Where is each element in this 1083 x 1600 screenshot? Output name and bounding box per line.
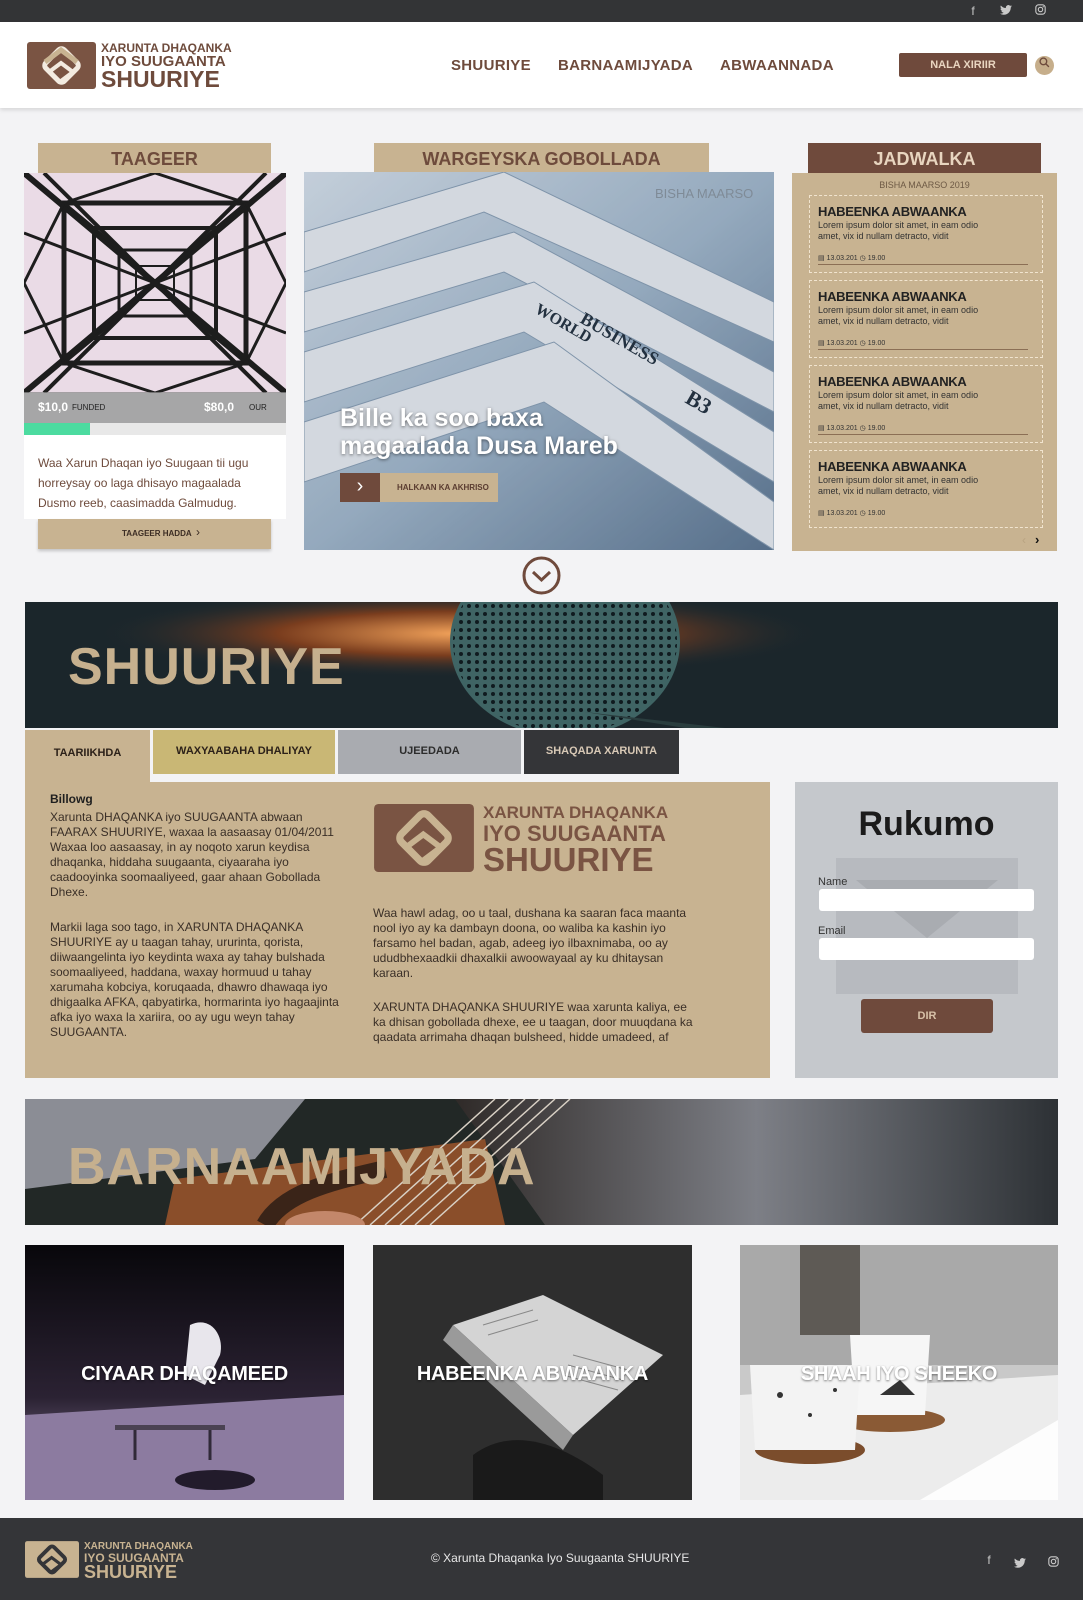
contact-button[interactable]: NALA XIRIIR <box>899 53 1027 77</box>
schedule-item-meta: ▤ 13.03.201 ◷ 19.00 <box>818 510 886 517</box>
about-logo-mark <box>373 804 475 872</box>
schedule-item-title: HABEENKA ABWAANKA <box>818 459 967 474</box>
program-title: HABEENKA ABWAANKA <box>416 1363 649 1385</box>
about-para2: Markii laga soo tago, in XARUNTA DHAQANK… <box>50 920 339 1039</box>
shuuriye-banner-title: SHUURIYE <box>68 638 345 696</box>
schedule-item[interactable]: HABEENKA ABWAANKA Lorem ipsum dolor sit … <box>809 195 1043 273</box>
chevron-down-circle-icon <box>522 556 561 595</box>
logo-icon <box>27 42 96 89</box>
logo-icon <box>374 804 474 872</box>
email-field[interactable] <box>819 938 1034 960</box>
schedule-item[interactable]: HABEENKA ABWAANKA Lorem ipsum dolor sit … <box>809 450 1043 528</box>
nav-barnaamijyada[interactable]: BARNAAMIJYADA <box>558 57 693 74</box>
email-label: Email <box>818 925 846 937</box>
about-heading: Billowg <box>50 792 93 806</box>
support-description: Waa Xarun Dhaqan iyo Suugaan tii ugu hor… <box>38 456 249 510</box>
brand-line3: SHUURIYE <box>101 66 220 92</box>
tab-shaqada-xarunta[interactable]: SHAQADA XARUNTA <box>524 730 679 774</box>
schedule-month: BISHA MAARSO 2019 <box>879 180 970 190</box>
program-title: SHAAH IYO SHEEKO <box>800 1363 998 1385</box>
schedule-item-title: HABEENKA ABWAANKA <box>818 374 967 389</box>
footer-logo-mark[interactable] <box>25 1541 79 1578</box>
signup-watermark <box>836 858 1018 994</box>
about-para3: Waa hawl adag, oo u taal, dushana ka saa… <box>373 906 687 980</box>
tab-taariikhda[interactable]: TAARIIKHDA <box>25 730 150 782</box>
facebook-icon[interactable]: f <box>966 4 980 18</box>
chevron-right-icon: › <box>340 473 380 502</box>
schedule-item-title: HABEENKA ABWAANKA <box>818 204 967 219</box>
support-title: TAAGEER <box>38 143 271 173</box>
search-icon <box>1039 57 1050 68</box>
schedule-item-meta: ▤ 13.03.201 ◷ 19.00 <box>818 255 886 262</box>
schedule-item[interactable]: HABEENKA ABWAANKA Lorem ipsum dolor sit … <box>809 280 1043 358</box>
calendar-icon: ▤ <box>818 340 827 347</box>
program-card-shaah[interactable]: SHAAH IYO SHEEKO <box>740 1245 1058 1500</box>
clock-icon: ◷ <box>859 510 868 517</box>
news-headline: Bille ka soo baxa magaalada Dusa Mareb <box>340 404 618 460</box>
schedule-item-desc: Lorem ipsum dolor sit amet, in eam odio … <box>818 475 979 496</box>
about-para1: Xarunta DHAQANKA iyo SUUGAANTA abwaan FA… <box>50 810 334 899</box>
tab-waxyaabaha-dhaliyay[interactable]: WAXYAABAHA DHALIYAY <box>153 730 335 774</box>
schedule-item-desc: Lorem ipsum dolor sit amet, in eam odio … <box>818 305 979 326</box>
instagram-icon[interactable] <box>1033 4 1047 18</box>
calendar-icon: ▤ <box>818 255 827 262</box>
goal-amount: $80,0 <box>204 400 235 414</box>
instagram-icon[interactable] <box>1048 1554 1059 1572</box>
about-para4: XARUNTA DHAQANKA SHUURIYE waa xarunta ka… <box>373 1000 693 1044</box>
program-card-ciyaar[interactable]: CIYAAR DHAQAMEED <box>25 1245 344 1500</box>
name-label: Name <box>818 876 848 888</box>
brand-logo-mark[interactable] <box>27 42 96 89</box>
goal-label: OUR <box>249 403 267 412</box>
schedule-title: JADWALKA <box>808 143 1041 173</box>
nav-abwaannada[interactable]: ABWAANNADA <box>720 57 834 74</box>
funding-progress-fill <box>24 423 90 435</box>
funded-label: FUNDED <box>72 403 106 412</box>
schedule-item[interactable]: HABEENKA ABWAANKA Lorem ipsum dolor sit … <box>809 365 1043 443</box>
program-title: CIYAAR DHAQAMEED <box>81 1363 288 1385</box>
schedule-item-meta: ▤ 13.03.201 ◷ 19.00 <box>818 340 886 347</box>
funding-progress-track <box>24 423 286 435</box>
support-image <box>24 173 286 393</box>
program-card-habeenka[interactable]: HABEENKA ABWAANKA <box>373 1245 692 1500</box>
footer-copyright: © Xarunta Dhaqanka Iyo Suugaanta SHUURIY… <box>431 1551 690 1565</box>
about-brand-line1: XARUNTA DHAQANKA <box>483 803 669 822</box>
support-button-label: TAAGEER HADDA <box>122 529 192 538</box>
about-brand-line3: SHUURIYE <box>483 841 654 878</box>
clock-icon: ◷ <box>859 255 868 262</box>
programs-banner-title: BARNAAMIJYADA <box>68 1138 536 1196</box>
news-title: WARGEYSKA GOBOLLADA <box>374 143 709 173</box>
search-button[interactable] <box>1035 56 1054 75</box>
name-field[interactable] <box>819 889 1034 911</box>
schedule-item-meta: ▤ 13.03.201 ◷ 19.00 <box>818 425 886 432</box>
signup-title: Rukumo <box>858 805 995 843</box>
scroll-down-button[interactable] <box>522 556 561 595</box>
nav-shuuriye[interactable]: SHUURIYE <box>451 57 531 74</box>
twitter-icon[interactable] <box>999 4 1013 18</box>
schedule-prev-icon[interactable]: ‹ <box>1022 533 1026 547</box>
submit-button[interactable]: DIR <box>861 999 993 1033</box>
schedule-panel: BISHA MAARSO 2019 HABEENKA ABWAANKA Lore… <box>792 173 1057 551</box>
about-para4-wrap: XARUNTA DHAQANKA SHUURIYE waa xarunta ka… <box>373 1000 693 1046</box>
schedule-item-title: HABEENKA ABWAANKA <box>818 289 967 304</box>
clock-icon: ◷ <box>859 425 868 432</box>
footer-brand-line3: SHUURIYE <box>84 1562 178 1582</box>
schedule-item-desc: Lorem ipsum dolor sit amet, in eam odio … <box>818 220 979 241</box>
top-social-bar: f <box>0 0 1083 22</box>
funded-amount: $10,0 <box>38 400 69 414</box>
schedule-item-desc: Lorem ipsum dolor sit amet, in eam odio … <box>818 390 979 411</box>
tab-ujeedada[interactable]: UJEEDADA <box>338 730 521 774</box>
chevron-right-icon: › <box>196 525 200 539</box>
calendar-icon: ▤ <box>818 425 827 432</box>
news-month: BISHA MAARSO <box>655 186 754 201</box>
support-button[interactable]: TAAGEER HADDA › <box>38 519 271 549</box>
schedule-next-icon[interactable]: › <box>1035 532 1039 547</box>
news-read-button[interactable]: › HALKAAN KA AKHRISO <box>340 473 498 502</box>
facebook-icon[interactable]: f <box>982 1553 996 1567</box>
news-read-label: HALKAAN KA AKHRISO <box>397 483 489 492</box>
calendar-icon: ▤ <box>818 510 827 517</box>
logo-icon <box>25 1541 79 1578</box>
clock-icon: ◷ <box>859 340 868 347</box>
twitter-icon[interactable] <box>1014 1555 1026 1573</box>
